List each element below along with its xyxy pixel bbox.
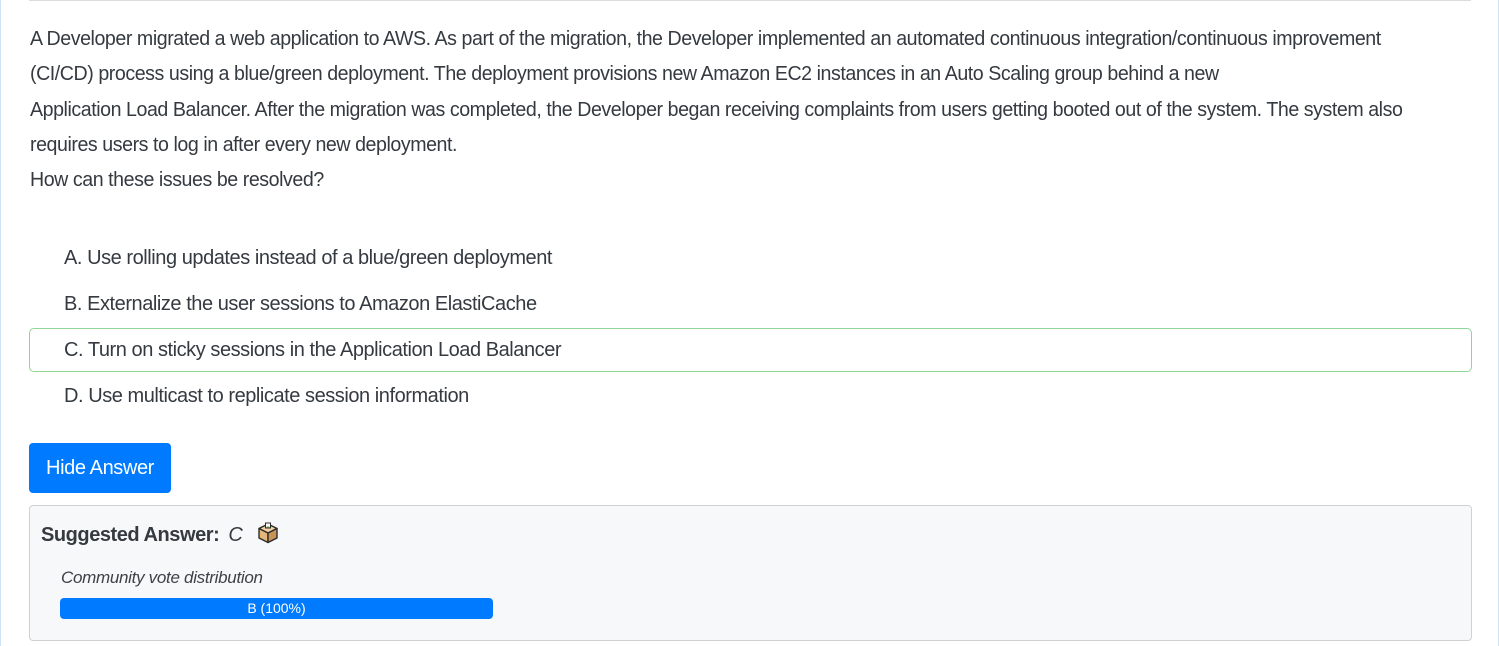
choices-list: A. Use rolling updates instead of a blue…: [29, 236, 1472, 420]
ballot-box-icon[interactable]: [256, 521, 280, 545]
vote-bar-segment: B (100%): [60, 598, 493, 619]
suggested-answer: Suggested Answer: C: [41, 521, 280, 549]
top-divider: [29, 0, 1471, 1]
suggested-answer-value: C: [228, 524, 243, 546]
question-paragraph: Application Load Balancer. After the mig…: [30, 98, 1403, 156]
vote-distribution-bar: B (100%): [60, 598, 493, 619]
choice-b[interactable]: B. Externalize the user sessions to Amaz…: [29, 282, 1472, 326]
answer-panel: Suggested Answer: C Community vote distr…: [29, 505, 1472, 641]
choice-a[interactable]: A. Use rolling updates instead of a blue…: [29, 236, 1472, 280]
suggested-answer-label: Suggested Answer:: [41, 524, 220, 546]
page-frame: A Developer migrated a web application t…: [0, 0, 1499, 646]
question-prompt: How can these issues be resolved?: [30, 169, 324, 192]
choice-d[interactable]: D. Use multicast to replicate session in…: [29, 374, 1472, 418]
choice-c[interactable]: C. Turn on sticky sessions in the Applic…: [29, 328, 1472, 372]
question-paragraph: A Developer migrated a web application t…: [30, 28, 1381, 86]
community-vote-label: Community vote distribution: [61, 568, 263, 587]
question-text: A Developer migrated a web application t…: [30, 22, 1441, 198]
hide-answer-button[interactable]: Hide Answer: [29, 443, 171, 493]
